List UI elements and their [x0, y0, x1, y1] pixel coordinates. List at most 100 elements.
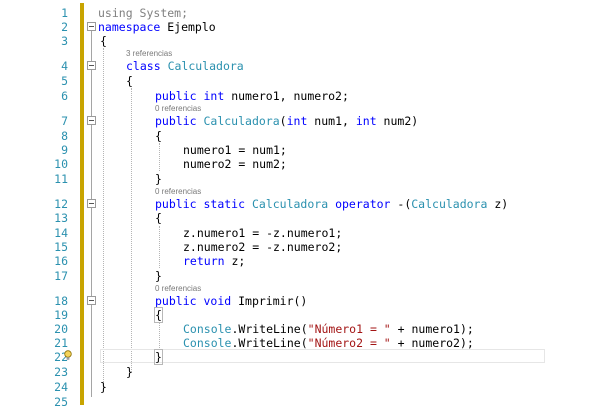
line-number: 6	[61, 89, 68, 103]
line-number: 25	[54, 395, 68, 409]
code-line[interactable]: Console.WriteLine("Número2 = " + numero2…	[183, 336, 474, 350]
code-line[interactable]: public static Calculadora operator -(Cal…	[155, 197, 508, 211]
code-text: z.numero1 = -z.numero1;	[183, 226, 343, 240]
code-text: {	[155, 211, 162, 225]
line-number: 18	[54, 294, 68, 308]
keyword: class	[126, 59, 161, 73]
references-codelens[interactable]: 0 referencias	[155, 284, 201, 294]
code-text: Ejemplo	[160, 20, 216, 34]
code-text: z.numero2 = -z.numero2;	[183, 240, 343, 254]
indent-guide	[159, 322, 160, 350]
code-line[interactable]: numero1 = num1;	[183, 143, 287, 157]
line-number: 24	[54, 380, 68, 394]
code-text: z;	[224, 254, 246, 268]
code-text: }	[155, 172, 162, 186]
code-text: }	[155, 269, 162, 283]
line-number: 1	[61, 6, 68, 20]
line-number: 3	[61, 34, 68, 48]
type-name: Console	[183, 322, 232, 336]
code-text: {	[100, 34, 107, 48]
collapse-minus-icon[interactable]	[87, 22, 96, 31]
keyword: using	[98, 6, 133, 20]
line-number: 22	[54, 350, 68, 364]
brace-match-highlight: }	[154, 349, 163, 365]
code-text: numero1 = num1;	[183, 143, 287, 157]
keyword: return	[183, 254, 225, 268]
keyword: int	[355, 114, 377, 128]
code-line[interactable]: public void Imprimir()	[155, 294, 307, 308]
code-line[interactable]: {	[126, 74, 133, 88]
code-text: Imprimir()	[231, 294, 308, 308]
line-number: 7	[61, 114, 68, 128]
brace-match-highlight: {	[154, 307, 163, 323]
references-codelens[interactable]: 0 referencias	[155, 104, 201, 114]
collapse-minus-icon[interactable]	[87, 61, 96, 70]
string-literal: "Número1 = "	[307, 322, 391, 336]
code-line[interactable]: {	[154, 307, 163, 323]
code-line[interactable]: class Calculadora	[126, 59, 244, 73]
line-number: 13	[54, 211, 68, 225]
code-line[interactable]: }	[100, 380, 107, 394]
line-number: 5	[61, 74, 68, 88]
code-line[interactable]: return z;	[183, 254, 245, 268]
keyword: public	[155, 114, 197, 128]
keyword: public	[155, 197, 197, 211]
code-text: + numero2);	[390, 336, 474, 350]
code-line[interactable]: public Calculadora(int num1, int num2)	[155, 114, 418, 128]
code-line[interactable]: numero2 = num2;	[183, 157, 287, 171]
code-line[interactable]: using System;	[98, 6, 188, 20]
line-number: 23	[54, 365, 68, 379]
code-text: num1,	[307, 114, 356, 128]
keyword: namespace	[98, 20, 161, 34]
indent-guide	[131, 88, 132, 372]
code-line[interactable]: z.numero2 = -z.numero2;	[183, 240, 342, 254]
code-line[interactable]: {	[155, 211, 162, 225]
line-number: 15	[54, 240, 68, 254]
line-number: 9	[61, 143, 68, 157]
type-name: Calculadora	[251, 197, 329, 211]
line-number: 11	[54, 172, 68, 186]
references-codelens[interactable]: 3 referencias	[126, 49, 172, 59]
line-number: 21	[54, 336, 68, 350]
code-text: .WriteLine(	[231, 336, 308, 350]
code-line[interactable]: }	[154, 349, 163, 365]
line-number: 16	[54, 254, 68, 268]
lightbulb-icon[interactable]	[64, 350, 72, 361]
outline-line	[91, 27, 92, 397]
collapse-minus-icon[interactable]	[87, 199, 96, 208]
keyword: public	[155, 89, 197, 103]
type-name: Console	[183, 336, 232, 350]
code-text: }	[100, 380, 107, 394]
code-text: (	[279, 114, 287, 128]
keyword: public	[155, 294, 197, 308]
code-line[interactable]: }	[155, 269, 162, 283]
code-line[interactable]: }	[155, 172, 162, 186]
code-text: + numero1);	[390, 322, 474, 336]
code-line[interactable]: z.numero1 = -z.numero1;	[183, 226, 342, 240]
keyword: static	[203, 197, 246, 211]
code-line[interactable]: {	[100, 34, 107, 48]
code-line[interactable]: {	[155, 129, 162, 143]
code-text: num2)	[376, 114, 419, 128]
code-text: System;	[132, 6, 189, 20]
code-text: -(	[390, 197, 412, 211]
collapse-minus-icon[interactable]	[87, 296, 96, 305]
string-literal: "Número2 = "	[307, 336, 391, 350]
type-name: Calculadora	[411, 197, 488, 211]
code-text: {	[126, 74, 133, 88]
code-line[interactable]: }	[126, 365, 133, 379]
line-number: 4	[61, 59, 68, 73]
keyword: int	[203, 89, 225, 103]
code-line[interactable]: namespace Ejemplo	[98, 20, 216, 34]
line-number: 14	[54, 226, 68, 240]
indent-guide	[103, 48, 104, 388]
code-text: }	[126, 365, 133, 379]
references-codelens[interactable]: 0 referencias	[155, 187, 201, 197]
line-number: 2	[61, 20, 68, 34]
code-line[interactable]: Console.WriteLine("Número1 = " + numero1…	[183, 322, 474, 336]
code-line[interactable]: public int numero1, numero2;	[155, 89, 349, 103]
code-text: {	[155, 129, 162, 143]
type-name: Calculadora	[203, 114, 280, 128]
collapse-minus-icon[interactable]	[87, 116, 96, 125]
line-number-gutter: 1 2 3 4 5 6 7 8 9 10 11 12 13 14 15 16 1…	[0, 0, 68, 417]
